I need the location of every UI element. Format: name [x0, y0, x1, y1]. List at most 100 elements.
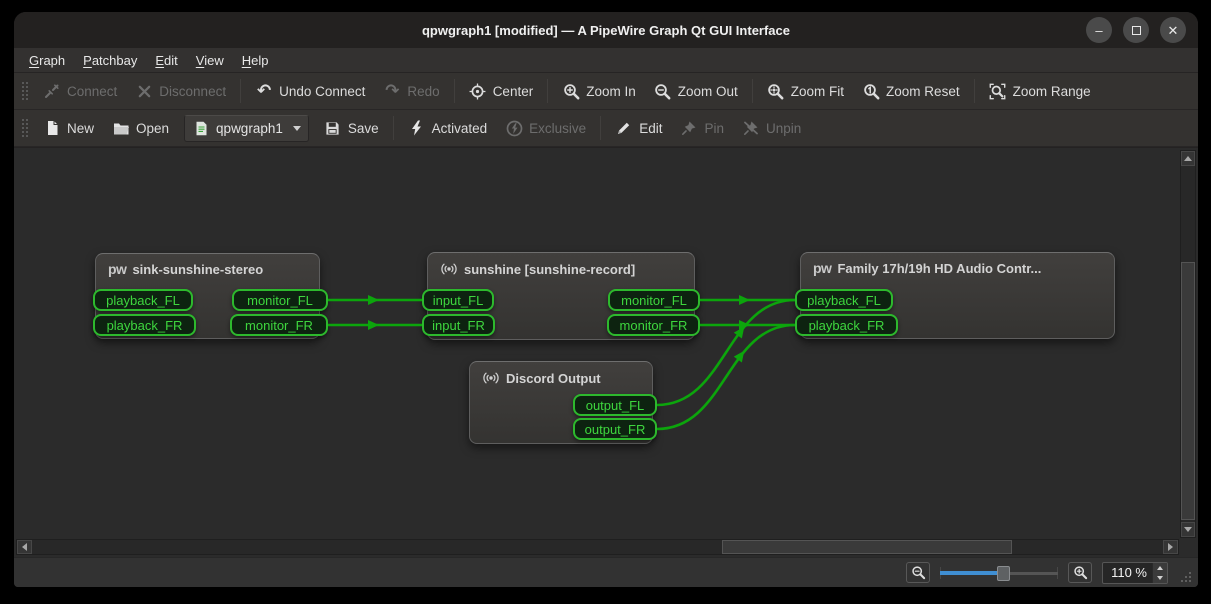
- toolbar-separator: [547, 79, 548, 103]
- redo-button: ↷ Redo: [374, 77, 448, 105]
- new-button[interactable]: New: [34, 114, 103, 142]
- horizontal-scrollbar[interactable]: [16, 539, 1179, 555]
- maximize-icon: [1132, 26, 1141, 35]
- pipewire-icon: pw: [813, 260, 831, 276]
- zoom-range-icon: [989, 82, 1007, 100]
- exclusive-button: Exclusive: [496, 114, 595, 142]
- port-sink-playback-fr[interactable]: playback_FR: [93, 314, 196, 336]
- port-sink-monitor-fr[interactable]: monitor_FR: [230, 314, 328, 336]
- arrow-up-icon: [1184, 156, 1192, 161]
- vertical-scrollbar[interactable]: [1180, 150, 1196, 538]
- arrow-up-icon: [1157, 566, 1163, 570]
- pin-button: Pin: [671, 114, 733, 142]
- toolbar-patchbay: New Open qpwgraph1 Save: [14, 110, 1198, 147]
- port-family-playback-fr[interactable]: playback_FR: [795, 314, 898, 336]
- node-title: sink-sunshine-stereo: [132, 262, 263, 277]
- arrow-down-icon: [1157, 576, 1163, 580]
- scroll-up-button[interactable]: [1181, 151, 1195, 166]
- zoom-slider-handle[interactable]: [997, 566, 1010, 581]
- zoom-slider[interactable]: [940, 564, 1058, 582]
- toolbar-drag-handle[interactable]: [20, 117, 28, 139]
- menu-view[interactable]: View: [187, 48, 233, 72]
- port-sunshine-input-fr[interactable]: input_FR: [422, 314, 495, 336]
- undo-connect-button[interactable]: ↶ Undo Connect: [246, 77, 374, 105]
- menu-patchbay[interactable]: Patchbay: [74, 48, 146, 72]
- port-discord-output-fl[interactable]: output_FL: [573, 394, 657, 416]
- zoom-out-icon: [911, 565, 926, 580]
- statusbar: 110 %: [14, 557, 1198, 587]
- edit-button[interactable]: Edit: [606, 114, 671, 142]
- toolbar-separator: [600, 116, 601, 140]
- zoom-spinbox[interactable]: 110 %: [1102, 562, 1168, 584]
- save-icon: [324, 119, 342, 137]
- horizontal-scrollbar-thumb[interactable]: [722, 540, 1012, 554]
- toolbar-separator: [240, 79, 241, 103]
- node-title: Discord Output: [506, 371, 601, 386]
- close-button[interactable]: ✕: [1160, 17, 1186, 43]
- scroll-down-button[interactable]: [1181, 522, 1195, 537]
- open-folder-icon: [112, 119, 130, 137]
- port-sink-monitor-fl[interactable]: monitor_FL: [232, 289, 328, 311]
- unpin-icon: [742, 119, 760, 137]
- pin-icon: [680, 119, 698, 137]
- center-icon: [469, 82, 487, 100]
- port-family-playback-fl[interactable]: playback_FL: [795, 289, 893, 311]
- patchbay-selector-value: qpwgraph1: [216, 121, 283, 136]
- zoom-in-icon: [562, 82, 580, 100]
- open-button[interactable]: Open: [103, 114, 178, 142]
- node-title: Family 17h/19h HD Audio Contr...: [837, 261, 1041, 276]
- graph-canvas[interactable]: pw sink-sunshine-stereo sunshine [sunshi…: [14, 147, 1198, 557]
- zoom-range-button[interactable]: Zoom Range: [980, 77, 1100, 105]
- port-sunshine-monitor-fl[interactable]: monitor_FL: [608, 289, 700, 311]
- arrow-right-icon: [1168, 543, 1173, 551]
- menu-help[interactable]: Help: [233, 48, 278, 72]
- maximize-button[interactable]: [1123, 17, 1149, 43]
- center-button[interactable]: Center: [460, 77, 543, 105]
- zoom-reset-button[interactable]: Zoom Reset: [853, 77, 969, 105]
- toolbar-separator: [974, 79, 975, 103]
- pipewire-icon: pw: [108, 261, 126, 277]
- new-file-icon: [43, 119, 61, 137]
- zoom-out-icon: [654, 82, 672, 100]
- toolbar-drag-handle[interactable]: [20, 80, 28, 102]
- stream-icon: [482, 369, 500, 387]
- patchbay-selector[interactable]: qpwgraph1: [184, 115, 309, 142]
- statusbar-zoom-out-button[interactable]: [906, 562, 930, 583]
- zoom-slider-fill: [940, 571, 1003, 575]
- activated-button[interactable]: Activated: [399, 114, 497, 142]
- disconnect-icon: [135, 82, 153, 100]
- zoom-reset-icon: [862, 82, 880, 100]
- save-button[interactable]: Save: [315, 114, 388, 142]
- port-sink-playback-fl[interactable]: playback_FL: [93, 289, 193, 311]
- port-sunshine-input-fl[interactable]: input_FL: [422, 289, 494, 311]
- zoom-in-icon: [1073, 565, 1088, 580]
- window-title: qpwgraph1 [modified] — A PipeWire Graph …: [14, 23, 1198, 38]
- screen: qpwgraph1 [modified] — A PipeWire Graph …: [0, 0, 1211, 604]
- scroll-left-button[interactable]: [17, 540, 32, 554]
- toolbar-separator: [752, 79, 753, 103]
- spin-up-button[interactable]: [1153, 563, 1167, 573]
- qpwgraph-window: qpwgraph1 [modified] — A PipeWire Graph …: [14, 12, 1198, 587]
- menu-graph[interactable]: Graph: [20, 48, 74, 72]
- unpin-button: Unpin: [733, 114, 810, 142]
- disconnect-button: Disconnect: [126, 77, 235, 105]
- port-sunshine-monitor-fr[interactable]: monitor_FR: [607, 314, 700, 336]
- titlebar[interactable]: qpwgraph1 [modified] — A PipeWire Graph …: [14, 12, 1198, 48]
- scroll-right-button[interactable]: [1163, 540, 1178, 554]
- zoom-value: 110 %: [1103, 563, 1152, 583]
- zoom-in-button[interactable]: Zoom In: [553, 77, 645, 105]
- cable-discord-output-fr-to-family-playback-fr[interactable]: [657, 325, 795, 429]
- arrow-down-icon: [1184, 527, 1192, 532]
- zoom-fit-button[interactable]: Zoom Fit: [758, 77, 853, 105]
- statusbar-zoom-in-button[interactable]: [1068, 562, 1092, 583]
- minimize-button[interactable]: –: [1086, 17, 1112, 43]
- menu-edit[interactable]: Edit: [146, 48, 186, 72]
- vertical-scrollbar-thumb[interactable]: [1181, 262, 1195, 520]
- connect-button: Connect: [34, 77, 126, 105]
- edit-pencil-icon: [615, 119, 633, 137]
- spin-down-button[interactable]: [1153, 573, 1167, 583]
- port-discord-output-fr[interactable]: output_FR: [573, 418, 657, 440]
- zoom-out-button[interactable]: Zoom Out: [645, 77, 747, 105]
- resize-grip[interactable]: [1179, 570, 1192, 583]
- zoom-fit-icon: [767, 82, 785, 100]
